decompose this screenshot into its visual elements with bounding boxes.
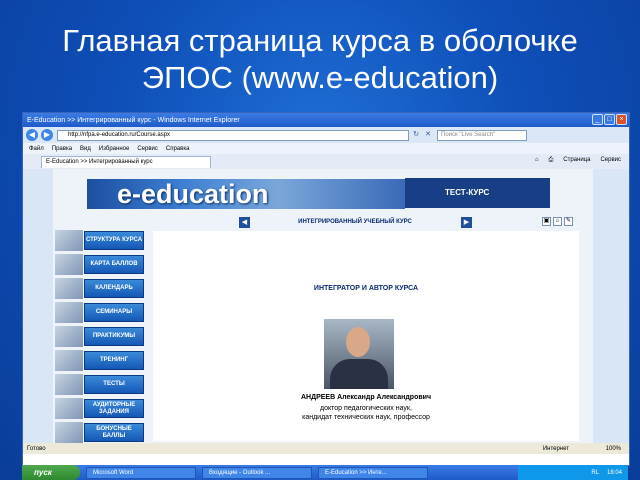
status-left: Готово [27,445,46,452]
stop-icon[interactable]: ✕ [423,130,433,140]
browser-window: E-Education >> Интегрированный курс - Wi… [22,112,630,466]
print-icon[interactable]: ⎙ [548,157,553,164]
maximize-icon[interactable]: □ [604,114,615,125]
menu-view[interactable]: Вид [80,146,91,152]
course-menu: СТРУКТУРА КУРСА КАРТА БАЛЛОВ КАЛЕНДАРЬ С… [55,230,145,446]
window-titlebar: E-Education >> Интегрированный курс - Wi… [23,113,629,127]
language-indicator[interactable]: RL [591,470,599,476]
author-degree-line1: доктор педагогических наук, [320,405,412,412]
start-button[interactable]: пуск [22,465,80,480]
menu-help[interactable]: Справка [166,146,190,152]
window-title: E-Education >> Интегрированный курс - Wi… [27,116,240,124]
zoom-level[interactable]: 100% [606,446,621,452]
menu-thumb [55,422,83,443]
next-arrow-icon[interactable]: ▶ [461,217,472,228]
menu-thumb [55,326,83,347]
menu-item-bonus[interactable]: БОНУСНЫЕ БАЛЛЫ [55,422,145,443]
course-title: ИНТЕГРИРОВАННЫЙ УЧЕБНЫЙ КУРС [298,219,412,225]
menu-item-seminars[interactable]: СЕМИНАРЫ [55,302,145,323]
tool-icon-3[interactable]: ✎ [564,217,573,226]
task-outlook[interactable]: Входящие - Outlook ... [202,466,312,479]
test-course-banner: ТЕСТ-КУРС [405,178,550,208]
menu-thumb [55,398,83,419]
slide-title-line1: Главная страница курса в оболочке [62,23,578,58]
author-degree-line2: кандидат технических наук, профессор [302,414,430,421]
task-ie[interactable]: E-Education >> Инте... [318,466,428,479]
main-panel: ИНТЕГРАТОР И АВТОР КУРСА АНДРЕЕВ Алексан… [153,231,579,441]
page-menu[interactable]: Страница [563,157,590,164]
slide-title-line2: ЭПОС (www.e-education) [141,60,499,95]
search-input[interactable]: Поиск "Live Search" [437,129,527,141]
clock: 18:04 [606,469,622,476]
menu-thumb [55,374,83,395]
menu-thumb [55,254,83,275]
back-icon[interactable]: ◀ [26,129,38,141]
close-icon[interactable]: × [616,114,627,125]
menu-item-structure[interactable]: СТРУКТУРА КУРСА [55,230,145,251]
home-icon[interactable]: ⌂ [535,157,539,164]
tool-icon-2[interactable]: ⌂ [553,217,562,226]
menu-tools[interactable]: Сервис [137,146,158,152]
address-bar: ◀ ▶ http://nfpa.e-education.ru/Course.as… [23,127,629,143]
status-zone: Интернет [542,445,569,452]
menu-item-calendar[interactable]: КАЛЕНДАРЬ [55,278,145,299]
menu-item-score-map[interactable]: КАРТА БАЛЛОВ [55,254,145,275]
service-menu[interactable]: Сервис [600,157,621,164]
system-tray: RL 18:04 [518,465,628,480]
menu-item-practicums[interactable]: ПРАКТИКУМЫ [55,326,145,347]
menu-file[interactable]: Файл [29,146,44,152]
tool-icon-1[interactable]: ▣ [542,217,551,226]
menu-item-training[interactable]: ТРЕНИНГ [55,350,145,371]
forward-icon[interactable]: ▶ [41,129,53,141]
url-input[interactable]: http://nfpa.e-education.ru/Course.aspx [57,129,409,141]
menu-thumb [55,278,83,299]
menu-thumb [55,230,83,251]
author-degree: доктор педагогических наук, кандидат тех… [153,404,579,422]
e-education-logo: e-education [87,179,405,209]
taskbar: пуск Microsoft Word Входящие - Outlook .… [22,465,628,480]
menu-edit[interactable]: Правка [52,146,72,152]
menu-thumb [55,350,83,371]
browser-tab[interactable]: E-Education >> Интегрированный курс [41,155,211,168]
minimize-icon[interactable]: _ [592,114,603,125]
menu-favorites[interactable]: Избранное [99,146,129,152]
course-page: e-education ТЕСТ-КУРС ◀ ИНТЕГРИРОВАННЫЙ … [53,169,593,443]
menu-bar: Файл Правка Вид Избранное Сервис Справка [23,143,629,154]
refresh-icon[interactable]: ↻ [411,130,421,140]
author-photo [324,319,394,389]
page-tools: ▣ ⌂ ✎ [542,217,573,226]
task-word[interactable]: Microsoft Word [86,466,196,479]
favorites-bar: E-Education >> Интегрированный курс ⌂ ⎙ … [23,154,629,170]
menu-item-tests[interactable]: ТЕСТЫ [55,374,145,395]
slide-title: Главная страница курса в оболочке ЭПОС (… [0,22,640,96]
status-bar: Готово Интернет 100% [23,443,629,454]
author-name: АНДРЕЕВ Александр Александрович [300,394,432,401]
author-heading: ИНТЕГРАТОР И АВТОР КУРСА [313,285,419,292]
menu-thumb [55,302,83,323]
menu-item-class-tasks[interactable]: АУДИТОРНЫЕ ЗАДАНИЯ [55,398,145,419]
page-content: e-education ТЕСТ-КУРС ◀ ИНТЕГРИРОВАННЫЙ … [23,169,629,443]
